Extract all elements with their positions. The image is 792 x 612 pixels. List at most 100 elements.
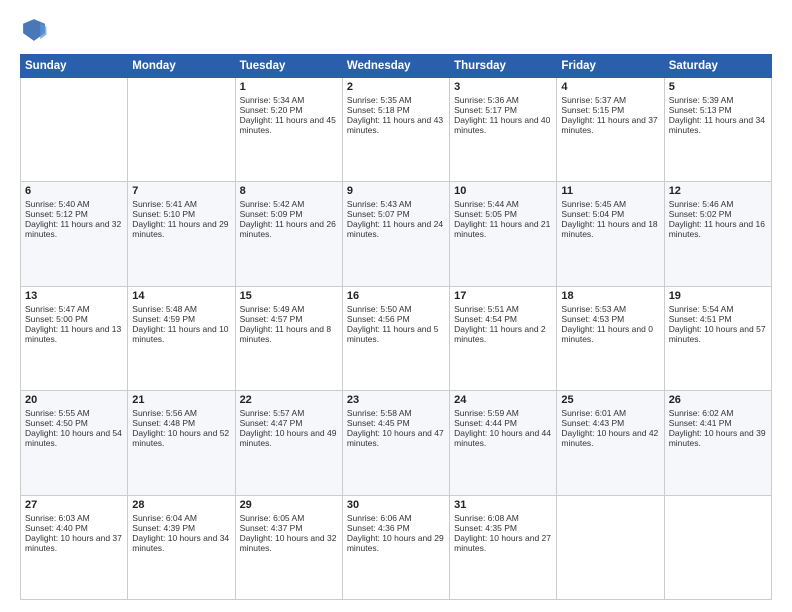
- daylight-text: Daylight: 11 hours and 21 minutes.: [454, 219, 550, 239]
- calendar-cell: 13 Sunrise: 5:47 AM Sunset: 5:00 PM Dayl…: [21, 286, 128, 390]
- daylight-text: Daylight: 10 hours and 39 minutes.: [669, 428, 766, 448]
- daylight-text: Daylight: 10 hours and 47 minutes.: [347, 428, 444, 448]
- sunset-text: Sunset: 5:09 PM: [240, 209, 303, 219]
- sunrise-text: Sunrise: 5:43 AM: [347, 199, 412, 209]
- sunset-text: Sunset: 5:04 PM: [561, 209, 624, 219]
- sunrise-text: Sunrise: 6:05 AM: [240, 513, 305, 523]
- daylight-text: Daylight: 11 hours and 26 minutes.: [240, 219, 336, 239]
- sunset-text: Sunset: 4:51 PM: [669, 314, 732, 324]
- calendar-cell: 18 Sunrise: 5:53 AM Sunset: 4:53 PM Dayl…: [557, 286, 664, 390]
- daylight-text: Daylight: 11 hours and 29 minutes.: [132, 219, 228, 239]
- calendar-cell: 9 Sunrise: 5:43 AM Sunset: 5:07 PM Dayli…: [342, 182, 449, 286]
- calendar-table: SundayMondayTuesdayWednesdayThursdayFrid…: [20, 54, 772, 600]
- sunrise-text: Sunrise: 6:01 AM: [561, 408, 626, 418]
- daylight-text: Daylight: 11 hours and 18 minutes.: [561, 219, 657, 239]
- day-number: 26: [669, 394, 767, 406]
- week-row-4: 20 Sunrise: 5:55 AM Sunset: 4:50 PM Dayl…: [21, 391, 772, 495]
- sunrise-text: Sunrise: 5:41 AM: [132, 199, 197, 209]
- sunset-text: Sunset: 4:53 PM: [561, 314, 624, 324]
- calendar-cell: 21 Sunrise: 5:56 AM Sunset: 4:48 PM Dayl…: [128, 391, 235, 495]
- day-number: 8: [240, 185, 338, 197]
- day-number: 15: [240, 290, 338, 302]
- daylight-text: Daylight: 10 hours and 44 minutes.: [454, 428, 551, 448]
- sunrise-text: Sunrise: 6:04 AM: [132, 513, 197, 523]
- day-number: 24: [454, 394, 552, 406]
- daylight-text: Daylight: 10 hours and 54 minutes.: [25, 428, 122, 448]
- sunset-text: Sunset: 4:35 PM: [454, 523, 517, 533]
- calendar-cell: 7 Sunrise: 5:41 AM Sunset: 5:10 PM Dayli…: [128, 182, 235, 286]
- daylight-text: Daylight: 10 hours and 52 minutes.: [132, 428, 229, 448]
- sunrise-text: Sunrise: 5:37 AM: [561, 95, 626, 105]
- calendar-cell: 30 Sunrise: 6:06 AM Sunset: 4:36 PM Dayl…: [342, 495, 449, 599]
- day-number: 25: [561, 394, 659, 406]
- daylight-text: Daylight: 11 hours and 13 minutes.: [25, 324, 121, 344]
- weekday-header-thursday: Thursday: [450, 55, 557, 78]
- daylight-text: Daylight: 11 hours and 43 minutes.: [347, 115, 443, 135]
- calendar-cell: 11 Sunrise: 5:45 AM Sunset: 5:04 PM Dayl…: [557, 182, 664, 286]
- daylight-text: Daylight: 11 hours and 16 minutes.: [669, 219, 765, 239]
- sunset-text: Sunset: 5:00 PM: [25, 314, 88, 324]
- sunrise-text: Sunrise: 5:48 AM: [132, 304, 197, 314]
- calendar-cell: 17 Sunrise: 5:51 AM Sunset: 4:54 PM Dayl…: [450, 286, 557, 390]
- calendar-cell: 19 Sunrise: 5:54 AM Sunset: 4:51 PM Dayl…: [664, 286, 771, 390]
- logo: [20, 16, 52, 44]
- daylight-text: Daylight: 11 hours and 24 minutes.: [347, 219, 443, 239]
- sunset-text: Sunset: 4:41 PM: [669, 418, 732, 428]
- sunrise-text: Sunrise: 5:49 AM: [240, 304, 305, 314]
- sunset-text: Sunset: 5:12 PM: [25, 209, 88, 219]
- sunrise-text: Sunrise: 6:06 AM: [347, 513, 412, 523]
- calendar-cell: 10 Sunrise: 5:44 AM Sunset: 5:05 PM Dayl…: [450, 182, 557, 286]
- week-row-5: 27 Sunrise: 6:03 AM Sunset: 4:40 PM Dayl…: [21, 495, 772, 599]
- day-number: 22: [240, 394, 338, 406]
- logo-icon: [20, 16, 48, 44]
- sunset-text: Sunset: 5:17 PM: [454, 105, 517, 115]
- sunrise-text: Sunrise: 5:42 AM: [240, 199, 305, 209]
- day-number: 3: [454, 81, 552, 93]
- calendar-cell: 14 Sunrise: 5:48 AM Sunset: 4:59 PM Dayl…: [128, 286, 235, 390]
- calendar-cell: 5 Sunrise: 5:39 AM Sunset: 5:13 PM Dayli…: [664, 78, 771, 182]
- calendar-cell: [128, 78, 235, 182]
- sunset-text: Sunset: 4:36 PM: [347, 523, 410, 533]
- page: SundayMondayTuesdayWednesdayThursdayFrid…: [0, 0, 792, 612]
- sunrise-text: Sunrise: 5:51 AM: [454, 304, 519, 314]
- sunrise-text: Sunrise: 5:36 AM: [454, 95, 519, 105]
- sunset-text: Sunset: 4:50 PM: [25, 418, 88, 428]
- sunrise-text: Sunrise: 5:40 AM: [25, 199, 90, 209]
- sunset-text: Sunset: 5:15 PM: [561, 105, 624, 115]
- sunset-text: Sunset: 4:39 PM: [132, 523, 195, 533]
- sunset-text: Sunset: 4:43 PM: [561, 418, 624, 428]
- day-number: 7: [132, 185, 230, 197]
- sunrise-text: Sunrise: 6:02 AM: [669, 408, 734, 418]
- weekday-header-wednesday: Wednesday: [342, 55, 449, 78]
- sunset-text: Sunset: 5:18 PM: [347, 105, 410, 115]
- calendar-cell: 3 Sunrise: 5:36 AM Sunset: 5:17 PM Dayli…: [450, 78, 557, 182]
- day-number: 23: [347, 394, 445, 406]
- calendar-cell: 16 Sunrise: 5:50 AM Sunset: 4:56 PM Dayl…: [342, 286, 449, 390]
- day-number: 5: [669, 81, 767, 93]
- sunrise-text: Sunrise: 5:47 AM: [25, 304, 90, 314]
- calendar-cell: 15 Sunrise: 5:49 AM Sunset: 4:57 PM Dayl…: [235, 286, 342, 390]
- calendar-cell: 25 Sunrise: 6:01 AM Sunset: 4:43 PM Dayl…: [557, 391, 664, 495]
- week-row-1: 1 Sunrise: 5:34 AM Sunset: 5:20 PM Dayli…: [21, 78, 772, 182]
- calendar-cell: 1 Sunrise: 5:34 AM Sunset: 5:20 PM Dayli…: [235, 78, 342, 182]
- sunrise-text: Sunrise: 5:39 AM: [669, 95, 734, 105]
- daylight-text: Daylight: 11 hours and 10 minutes.: [132, 324, 228, 344]
- calendar-cell: 12 Sunrise: 5:46 AM Sunset: 5:02 PM Dayl…: [664, 182, 771, 286]
- day-number: 19: [669, 290, 767, 302]
- sunrise-text: Sunrise: 6:08 AM: [454, 513, 519, 523]
- calendar-cell: 8 Sunrise: 5:42 AM Sunset: 5:09 PM Dayli…: [235, 182, 342, 286]
- sunrise-text: Sunrise: 5:56 AM: [132, 408, 197, 418]
- sunset-text: Sunset: 5:20 PM: [240, 105, 303, 115]
- daylight-text: Daylight: 11 hours and 2 minutes.: [454, 324, 546, 344]
- calendar-cell: [21, 78, 128, 182]
- sunset-text: Sunset: 5:02 PM: [669, 209, 732, 219]
- calendar-cell: 23 Sunrise: 5:58 AM Sunset: 4:45 PM Dayl…: [342, 391, 449, 495]
- sunrise-text: Sunrise: 5:55 AM: [25, 408, 90, 418]
- sunrise-text: Sunrise: 5:45 AM: [561, 199, 626, 209]
- day-number: 1: [240, 81, 338, 93]
- sunset-text: Sunset: 4:56 PM: [347, 314, 410, 324]
- calendar-cell: 20 Sunrise: 5:55 AM Sunset: 4:50 PM Dayl…: [21, 391, 128, 495]
- day-number: 21: [132, 394, 230, 406]
- sunset-text: Sunset: 5:05 PM: [454, 209, 517, 219]
- daylight-text: Daylight: 11 hours and 8 minutes.: [240, 324, 332, 344]
